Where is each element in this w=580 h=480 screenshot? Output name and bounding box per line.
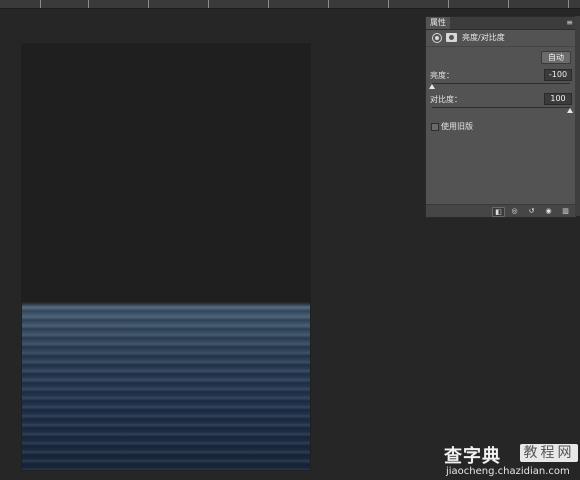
contrast-value-field[interactable]: 100 [544,93,572,105]
reset-icon[interactable]: ↺ [526,207,537,215]
panel-tabbar: 属性 ≡ [426,17,576,30]
properties-panel: 属性 ≡ 亮度/对比度 自动 亮度： -100 对比度： 100 使用旧版 ◧ … [425,16,577,218]
panel-header: 亮度/对比度 [426,30,576,47]
contrast-slider-track[interactable] [432,107,570,108]
ruler-tick [448,0,449,8]
ruler-tick [508,0,509,8]
panel-footer: ◧ ◎ ↺ ◉ ▥ [426,204,576,217]
tab-properties[interactable]: 属性 [426,17,450,29]
brightness-adjustment-icon [432,33,442,43]
watermark-url: jiaocheng.chazidian.com [446,466,570,477]
dark-sky-area [22,44,310,306]
ruler-tick [88,0,89,8]
contrast-slider-thumb[interactable] [567,108,573,113]
document-canvas[interactable] [22,44,310,470]
ruler-tick [268,0,269,8]
panel-menu-icon[interactable]: ≡ [566,17,573,29]
panel-dock-strip[interactable] [575,16,580,216]
legacy-checkbox[interactable] [431,123,439,131]
layer-mask-icon[interactable] [446,33,457,42]
top-ruler [0,0,580,9]
ocean-image [22,306,310,470]
ruler-tick [568,0,569,8]
contrast-label: 对比度： [430,95,462,104]
clip-to-layer-icon[interactable]: ◧ [492,207,505,217]
watermark-box: 教程网 [520,444,578,462]
toggle-visibility-icon[interactable]: ◉ [543,207,554,215]
legacy-label: 使用旧版 [441,122,473,131]
ruler-tick [148,0,149,8]
watermark: 查字典 教程网 jiaocheng.chazidian.com [440,440,580,480]
brightness-slider-thumb[interactable] [429,84,435,89]
ruler-tick [40,0,41,8]
auto-button[interactable]: 自动 [541,51,571,64]
trash-icon[interactable]: ▥ [560,207,571,215]
ruler-tick [328,0,329,8]
brightness-slider-track[interactable] [432,83,570,84]
adjustment-title: 亮度/对比度 [462,33,505,42]
visibility-eye-icon[interactable]: ◎ [509,207,520,215]
brightness-label: 亮度： [430,71,454,80]
watermark-box-text: 教程网 [523,445,575,461]
ruler-tick [388,0,389,8]
watermark-main: 查字典 [444,446,501,467]
ruler-tick [208,0,209,8]
brightness-value-field[interactable]: -100 [544,69,572,81]
